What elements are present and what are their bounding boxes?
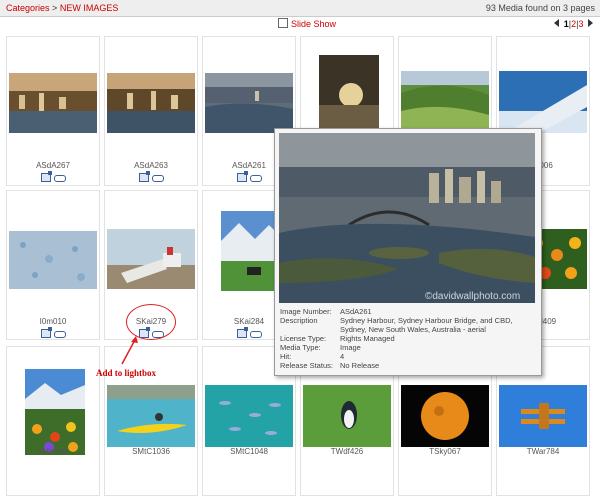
thumbnail[interactable] <box>107 73 195 133</box>
item-id: I0m010 <box>39 317 67 326</box>
thumbnail[interactable] <box>9 231 97 289</box>
detail-value: Sydney Harbour, Sydney Harbour Bridge, a… <box>340 316 513 334</box>
detail-label: Description <box>280 316 318 325</box>
detail-value: 4 <box>340 352 345 361</box>
item-id: SMal403 <box>37 447 69 456</box>
annotation-label: Add to lightbox <box>96 368 157 378</box>
top-bar: Categories > NEW IMAGES 93 Media found o… <box>0 0 600 17</box>
image-details-table: Image Number: ASdA261 Description Sydney H… <box>279 307 537 370</box>
item-id: TWdf426 <box>330 447 364 456</box>
detail-value: No Release <box>340 361 380 370</box>
grid-item: SMal403 <box>6 346 100 496</box>
thumbnail[interactable] <box>303 385 391 447</box>
item-id: ASdA263 <box>134 161 168 170</box>
item-id: TSky067 <box>429 447 461 456</box>
item-id: TWar784 <box>526 447 560 456</box>
page-link-3[interactable]: 3 <box>578 19 583 29</box>
breadcrumb: Categories > NEW IMAGES <box>6 0 118 16</box>
breadcrumb-current-link[interactable]: NEW IMAGES <box>60 3 119 13</box>
item-id: SMtC1036 <box>132 447 170 456</box>
thumbnail[interactable] <box>205 385 293 447</box>
grid-item: ASdA263 <box>104 36 198 186</box>
thumbnail[interactable] <box>401 71 489 133</box>
add-to-lightbox-icon[interactable] <box>40 171 52 182</box>
detail-row: Release Status: No Release <box>279 361 537 370</box>
add-to-lightbox-icon[interactable] <box>138 171 150 182</box>
thumbnail[interactable] <box>25 369 85 455</box>
item-id: SMtC1048 <box>230 447 268 456</box>
last-page-icon[interactable] <box>588 19 593 27</box>
thumbnail[interactable] <box>319 55 379 135</box>
add-to-lightbox-icon[interactable] <box>236 171 248 182</box>
grid-item: I0m010 <box>6 190 100 340</box>
thumbnail[interactable] <box>401 385 489 447</box>
grid-item: ASdA267 <box>6 36 100 186</box>
thumbnail[interactable] <box>9 73 97 133</box>
thumbnail[interactable] <box>499 71 587 133</box>
detail-row: Image Number: ASdA261 <box>279 307 537 316</box>
breadcrumb-separator: > <box>52 3 58 13</box>
pager: 1|2|3 <box>552 19 595 30</box>
detail-value: Image <box>340 343 361 352</box>
breadcrumb-categories-link[interactable]: Categories <box>6 3 50 13</box>
add-to-lightbox-icon[interactable] <box>236 327 248 338</box>
watermark: ©davidwallphoto.com <box>425 291 521 302</box>
slideshow-label: Slide Show <box>291 19 337 29</box>
detail-value: Rights Managed <box>340 334 395 343</box>
page-link-2[interactable]: 2 <box>571 19 576 29</box>
detail-label: Image Number: <box>280 307 332 316</box>
link-icon[interactable] <box>151 175 164 182</box>
results-count: 93 Media found on 3 pages <box>485 3 595 13</box>
slideshow-button[interactable]: Slide Show <box>278 18 336 30</box>
detail-row: Media Type: Image <box>279 343 537 352</box>
detail-label: Hit: <box>280 352 292 361</box>
link-icon[interactable] <box>249 331 262 338</box>
thumbnail[interactable] <box>221 211 281 291</box>
detail-label: Media Type: <box>280 343 321 352</box>
annotation-arrow <box>121 336 138 365</box>
slideshow-icon <box>278 18 288 28</box>
detail-row: Description Sydney Harbour, Sydney Harbou… <box>279 316 537 334</box>
item-actions <box>7 327 99 338</box>
detail-label: License Type: <box>280 334 327 343</box>
item-actions <box>7 171 99 182</box>
link-icon[interactable] <box>249 175 262 182</box>
first-page-icon[interactable] <box>554 19 560 27</box>
detail-value: ASdA261 <box>340 307 372 316</box>
image-preview-popup: ©davidwallphoto.com Image Number: ASdA261… <box>274 128 542 376</box>
detail-row: Hit: 4 <box>279 352 537 361</box>
link-icon[interactable] <box>53 331 66 338</box>
link-icon[interactable] <box>53 175 66 182</box>
page-link-1[interactable]: 1 <box>564 19 569 29</box>
detail-row: License Type: Rights Managed <box>279 334 537 343</box>
item-id: ASdA267 <box>36 161 70 170</box>
thumbnail[interactable] <box>107 229 195 289</box>
preview-image <box>279 133 535 303</box>
add-to-lightbox-icon[interactable] <box>40 327 52 338</box>
detail-label: Release Status: <box>280 361 333 370</box>
thumbnail[interactable] <box>205 73 293 133</box>
thumbnail[interactable] <box>107 385 195 447</box>
item-actions <box>105 171 197 182</box>
thumbnail[interactable] <box>499 385 587 447</box>
